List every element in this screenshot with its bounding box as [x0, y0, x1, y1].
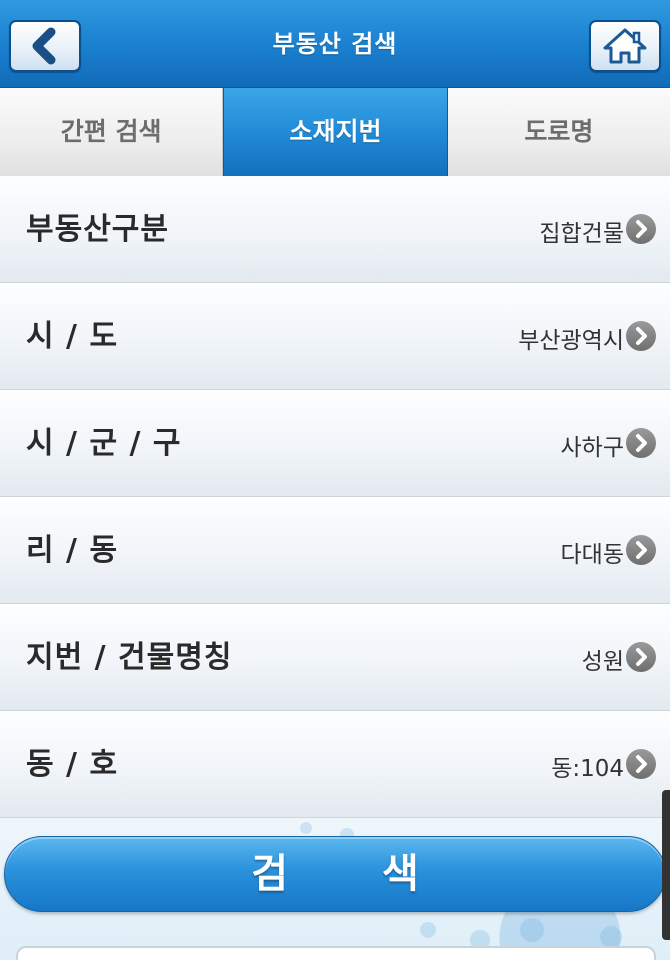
chevron-right-icon: [626, 749, 656, 779]
row-label: 시 / 도: [26, 319, 119, 354]
home-button[interactable]: [589, 20, 661, 72]
row-label: 부동산구분: [26, 212, 169, 247]
search-field-list: 부동산구분 집합건물 시 / 도 부산광역시 시 / 군 / 구 사하구 리 /…: [0, 176, 670, 818]
search-type-tabs: 간편 검색 소재지번 도로명: [0, 88, 670, 176]
decorative-dot: [420, 922, 436, 938]
tab-road-name[interactable]: 도로명: [447, 88, 670, 176]
tab-lot-address[interactable]: 소재지번: [223, 88, 448, 176]
decorative-dot: [520, 918, 544, 942]
row-label: 지번 / 건물명칭: [26, 640, 233, 675]
chevron-right-icon: [626, 535, 656, 565]
home-icon: [603, 28, 647, 64]
result-panel: [16, 946, 656, 960]
row-district[interactable]: 시 / 군 / 구 사하구: [0, 390, 670, 497]
row-building-unit[interactable]: 동 / 호 동:104: [0, 711, 670, 818]
chevron-right-icon: [626, 428, 656, 458]
row-label: 리 / 동: [26, 533, 119, 568]
row-value: 동:104: [551, 756, 624, 782]
row-label: 동 / 호: [26, 747, 119, 782]
row-value: 다대동: [560, 542, 624, 568]
app-header: 부동산 검색: [0, 0, 670, 88]
row-property-type[interactable]: 부동산구분 집합건물: [0, 176, 670, 283]
chevron-right-icon: [626, 321, 656, 351]
chevron-right-icon: [626, 214, 656, 244]
search-area: 검 색: [0, 818, 670, 960]
row-value: 성원: [581, 649, 624, 675]
chevron-right-icon: [626, 642, 656, 672]
decorative-dot: [600, 926, 622, 948]
row-value: 부산광역시: [518, 328, 624, 354]
row-lot-building-name[interactable]: 지번 / 건물명칭 성원: [0, 604, 670, 711]
row-label: 시 / 군 / 구: [26, 426, 182, 461]
page-title: 부동산 검색: [272, 30, 398, 58]
row-province[interactable]: 시 / 도 부산광역시: [0, 283, 670, 390]
row-neighborhood[interactable]: 리 / 동 다대동: [0, 497, 670, 604]
row-value: 집합건물: [539, 221, 624, 247]
search-button[interactable]: 검 색: [4, 836, 666, 912]
row-value: 사하구: [560, 435, 624, 461]
scrollbar[interactable]: [662, 790, 670, 940]
tab-simple-search[interactable]: 간편 검색: [0, 88, 224, 176]
decorative-dot: [300, 822, 312, 834]
